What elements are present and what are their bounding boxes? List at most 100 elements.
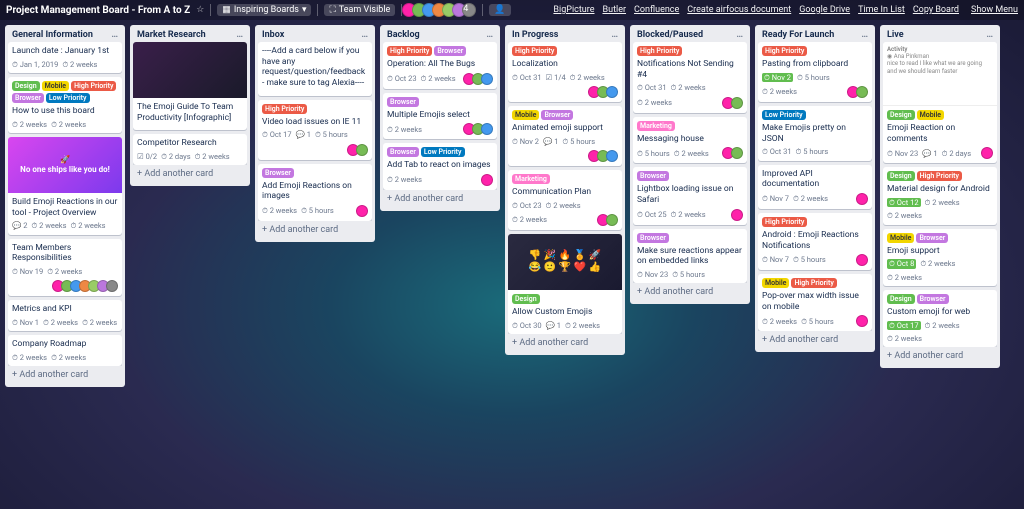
card-members[interactable] (591, 150, 618, 162)
card[interactable]: MobileHigh PriorityPop-over max width is… (758, 274, 872, 331)
card[interactable]: Improved API documentation⏱ Nov 7⏱ 2 wee… (758, 165, 872, 209)
card-label[interactable]: Mobile (917, 110, 944, 120)
card[interactable]: DesignMobileHigh PriorityBrowserLow Prio… (8, 77, 122, 133)
list-title[interactable]: Blocked/Paused (637, 30, 703, 40)
show-menu-button[interactable]: Show Menu (971, 5, 1018, 15)
card-label[interactable]: Browser (916, 233, 948, 243)
card[interactable]: ----Add a card below if you have any req… (258, 42, 372, 96)
card[interactable]: MarketingCommunication Plan⏱ Oct 23⏱ 2 w… (508, 170, 622, 230)
card[interactable]: High PriorityPasting from clipboard⏱ Nov… (758, 42, 872, 102)
add-card-button[interactable]: + Add another card (508, 334, 622, 352)
card[interactable]: High PriorityNotifications Not Sending #… (633, 42, 747, 113)
list-title[interactable]: Market Research (137, 30, 206, 40)
card-label[interactable]: Mobile (42, 81, 69, 91)
card-label[interactable]: Low Priority (421, 147, 465, 157)
card[interactable]: BrowserMake sure reactions appear on emb… (633, 229, 747, 284)
card-label[interactable]: High Priority (262, 104, 307, 114)
card-label[interactable]: Browser (12, 93, 44, 103)
card[interactable]: 👎 🎉 🔥 🏅 🚀😂 🙂 🏆 ❤️ 👍DesignAllow Custom Em… (508, 234, 622, 334)
card-label[interactable]: Design (887, 294, 915, 304)
card[interactable]: BrowserLightbox loading issue on Safari⏱… (633, 167, 747, 224)
board-title[interactable]: Project Management Board - From A to Z (6, 5, 190, 16)
list-title[interactable]: General Information (12, 30, 93, 40)
card[interactable]: High PriorityLocalization⏱ Oct 31☑ 1/4⏱ … (508, 42, 622, 102)
card-members[interactable] (859, 315, 868, 327)
card[interactable]: 🚀No one ships like you do!Build Emoji Re… (8, 137, 122, 235)
card-label[interactable]: Mobile (762, 278, 789, 288)
card-label[interactable]: High Priority (71, 81, 116, 91)
card[interactable]: Team Members Responsibilities⏱ Nov 19⏱ 2… (8, 239, 122, 297)
card-label[interactable]: High Priority (387, 46, 432, 56)
card[interactable]: DesignBrowserCustom emoji for web⏱ Oct 1… (883, 290, 997, 347)
card-label[interactable]: Browser (637, 171, 669, 181)
card[interactable]: Launch date : January 1st⏱ Jan 1, 2019⏱ … (8, 42, 122, 73)
card-members[interactable] (466, 73, 493, 85)
add-card-button[interactable]: + Add another card (883, 347, 997, 365)
list-title[interactable]: Inbox (262, 30, 284, 40)
card[interactable]: BrowserMultiple Emojis select⏱ 2 weeks (383, 93, 497, 140)
card-label[interactable]: Design (887, 171, 915, 181)
card[interactable]: MobileBrowserEmoji support⏱ Oct 8⏱ 2 wee… (883, 229, 997, 286)
card[interactable]: High PriorityAndroid : Emoji Reactions N… (758, 213, 872, 270)
list-menu-icon[interactable]: … (611, 31, 618, 40)
card[interactable]: MobileBrowserAnimated emoji support⏱ Nov… (508, 106, 622, 166)
card-label[interactable]: Browser (917, 294, 949, 304)
card[interactable]: The Emoji Guide To Team Productivity [In… (133, 42, 247, 130)
add-card-button[interactable]: + Add another card (8, 366, 122, 384)
card[interactable]: Competitor Research☑ 0/2⏱ 2 days⏱ 2 week… (133, 134, 247, 165)
card-label[interactable]: Marketing (637, 121, 675, 131)
card-label[interactable]: Mobile (887, 233, 914, 243)
card[interactable]: DesignHigh PriorityMaterial design for A… (883, 167, 997, 224)
card-label[interactable]: Low Priority (46, 93, 90, 103)
card-label[interactable]: High Priority (917, 171, 962, 181)
card[interactable]: Metrics and KPI⏱ Nov 1⏱ 2 weeks⏱ 2 weeks (8, 300, 122, 331)
card-label[interactable]: Browser (637, 233, 669, 243)
powerup-link[interactable]: Butler (603, 5, 627, 15)
card-label[interactable]: Browser (387, 147, 419, 157)
card[interactable]: BrowserLow PriorityAdd Tab to react on i… (383, 143, 497, 190)
card-members[interactable] (591, 86, 618, 98)
list-title[interactable]: Ready For Launch (762, 30, 834, 40)
card[interactable]: BrowserAdd Emoji Reactions on images⏱ 2 … (258, 164, 372, 221)
card[interactable]: High PriorityBrowserOperation: All The B… (383, 42, 497, 89)
board-members[interactable]: 4 (406, 3, 476, 17)
card-label[interactable]: High Priority (762, 46, 807, 56)
card-members[interactable] (359, 205, 368, 217)
list-title[interactable]: Backlog (387, 30, 420, 40)
card-members[interactable] (859, 193, 868, 205)
add-card-button[interactable]: + Add another card (758, 331, 872, 349)
card-members[interactable] (466, 123, 493, 135)
card[interactable]: Activity◉ Ana Pinkmannice to read I like… (883, 42, 997, 163)
card-members[interactable] (600, 214, 618, 226)
card-label[interactable]: Mobile (512, 110, 539, 120)
add-card-button[interactable]: + Add another card (633, 283, 747, 301)
card-label[interactable]: Low Priority (762, 110, 806, 120)
powerup-link[interactable]: Copy Board (913, 5, 959, 15)
card[interactable]: High PriorityVideo load issues on IE 11⏱… (258, 100, 372, 160)
card[interactable]: Low PriorityMake Emojis pretty on JSON⏱ … (758, 106, 872, 161)
add-card-button[interactable]: + Add another card (383, 190, 497, 208)
star-icon[interactable]: ☆ (196, 5, 204, 15)
list-menu-icon[interactable]: … (486, 31, 493, 40)
invite-button[interactable]: 👤 (489, 4, 510, 16)
card-label[interactable]: Design (887, 110, 915, 120)
powerup-link[interactable]: Create airfocus document (687, 5, 791, 15)
list-menu-icon[interactable]: … (111, 31, 118, 40)
card-members[interactable] (55, 280, 118, 292)
card-label[interactable]: Marketing (512, 174, 550, 184)
card-members[interactable] (350, 144, 368, 156)
add-card-button[interactable]: + Add another card (133, 165, 247, 183)
card-members[interactable] (725, 97, 743, 109)
add-card-button[interactable]: + Add another card (258, 221, 372, 239)
workspace-button[interactable]: ▦ Inspiring Boards ▾ (217, 4, 311, 16)
card-label[interactable]: Browser (387, 97, 419, 107)
card-label[interactable]: Browser (541, 110, 573, 120)
card[interactable]: Company Roadmap⏱ 2 weeks⏱ 2 weeks (8, 335, 122, 366)
card-members[interactable] (984, 147, 993, 159)
powerup-link[interactable]: Time In List (858, 5, 905, 15)
card-members[interactable] (725, 147, 743, 159)
list-menu-icon[interactable]: … (736, 31, 743, 40)
card-label[interactable]: High Priority (637, 46, 682, 56)
card-members[interactable] (850, 86, 868, 98)
board-canvas[interactable]: General Information … Launch date : Januar… (0, 20, 1024, 509)
